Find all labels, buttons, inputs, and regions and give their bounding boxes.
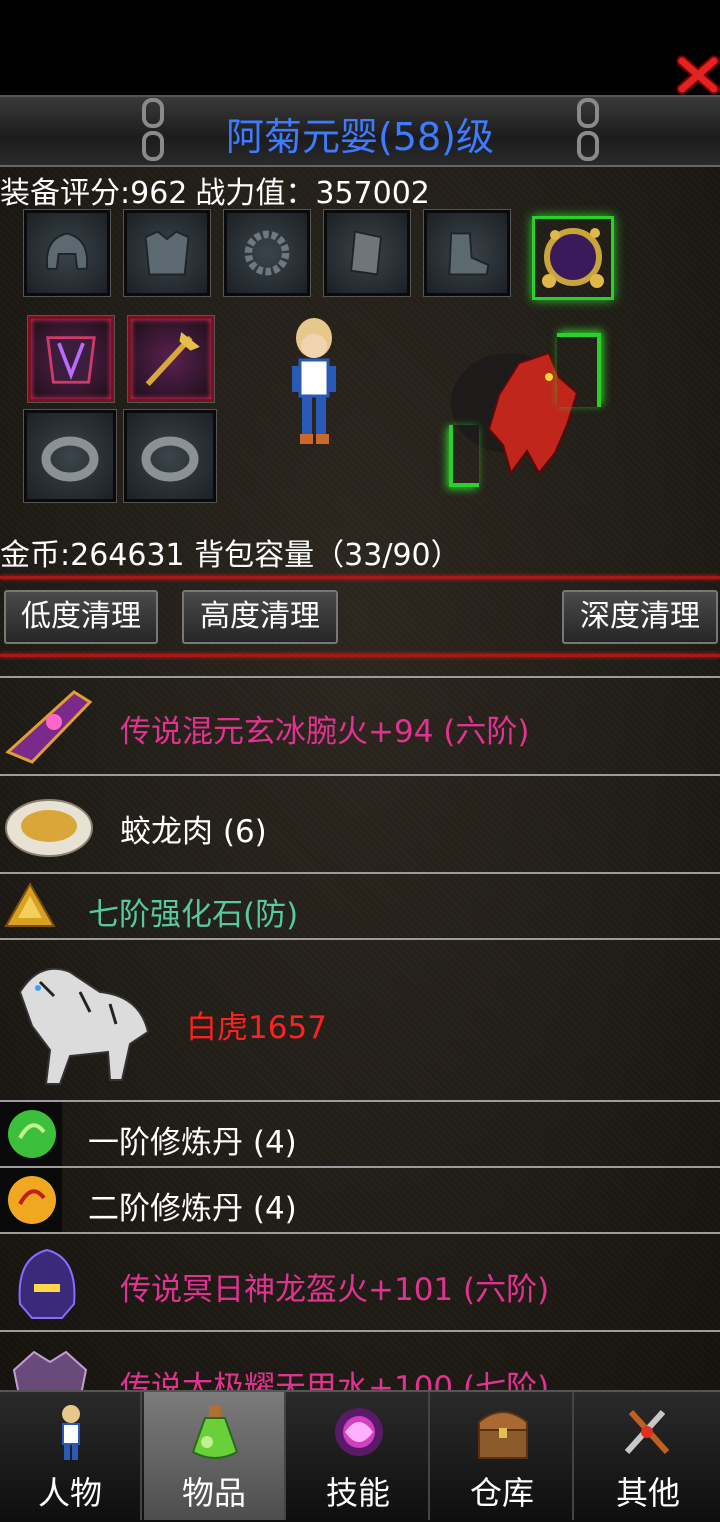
pet-slot[interactable] bbox=[446, 330, 604, 487]
character-sprite bbox=[292, 318, 336, 444]
list-item[interactable]: 白虎1657 bbox=[0, 940, 720, 1102]
combat-power: 战力值：357002 bbox=[195, 176, 430, 211]
gold-amount: 金币:264631 bbox=[0, 538, 185, 573]
list-item[interactable]: 一阶修炼丹 (4) bbox=[0, 1102, 720, 1168]
item-name: 蛟龙肉 (6) bbox=[120, 814, 267, 850]
divider-top bbox=[0, 576, 720, 579]
equip-slot-ring-left[interactable] bbox=[23, 409, 117, 503]
wrist-guard-icon bbox=[46, 336, 96, 384]
equip-slot-armor[interactable] bbox=[123, 209, 211, 297]
character-tab-icon bbox=[62, 1405, 80, 1460]
item-name: 传说混元玄冰腕火+94 (六阶) bbox=[120, 714, 530, 750]
bag-capacity: 背包容量（33/90） bbox=[194, 538, 461, 573]
ring-icon bbox=[141, 436, 199, 482]
tab-items[interactable]: 物品 bbox=[144, 1392, 286, 1520]
list-item[interactable]: 二阶修炼丹 (4) bbox=[0, 1168, 720, 1234]
character-avatar[interactable] bbox=[286, 316, 342, 451]
equip-slot-boots[interactable] bbox=[423, 209, 511, 297]
weapon-icon bbox=[145, 332, 200, 387]
helmet-icon bbox=[46, 232, 88, 270]
deep-cleanup-button[interactable]: 深度清理 bbox=[562, 590, 718, 644]
list-item[interactable]: 传说混元玄冰腕火+94 (六阶) bbox=[0, 678, 720, 776]
tab-label: 其他 bbox=[615, 1474, 680, 1512]
equip-slot-weapon[interactable] bbox=[127, 315, 215, 403]
close-icon bbox=[676, 55, 720, 95]
potion-tab-icon bbox=[191, 1406, 239, 1459]
helmet-item-icon bbox=[18, 1248, 76, 1319]
close-button[interactable] bbox=[676, 55, 720, 95]
tab-label: 人物 bbox=[37, 1474, 102, 1512]
item-name: 白虎1657 bbox=[186, 1010, 327, 1046]
tab-character[interactable]: 人物 bbox=[0, 1392, 142, 1520]
stats-line: 装备评分:962 战力值：357002 bbox=[0, 168, 438, 212]
equip-slot-bracer[interactable] bbox=[323, 209, 411, 297]
item-name: 七阶强化石(防) bbox=[88, 897, 299, 933]
boots-icon bbox=[448, 232, 490, 276]
equip-slot-wrist[interactable] bbox=[27, 315, 115, 403]
equip-slot-helmet[interactable] bbox=[23, 209, 111, 297]
equip-slot-ring-right[interactable] bbox=[123, 409, 217, 503]
gold-bag-line: 金币:264631 背包容量（33/90） bbox=[0, 530, 461, 574]
list-item[interactable]: 七阶强化石(防) bbox=[0, 874, 720, 940]
tab-other[interactable]: 其他 bbox=[576, 1392, 720, 1520]
meat-dish-icon bbox=[5, 799, 93, 857]
high-cleanup-button[interactable]: 高度清理 bbox=[182, 590, 338, 644]
ornament-icon bbox=[542, 228, 604, 288]
bracer-icon bbox=[350, 230, 382, 276]
equip-score: 装备评分:962 bbox=[0, 176, 188, 211]
list-item[interactable]: 蛟龙肉 (6) bbox=[0, 776, 720, 874]
green-pill-icon bbox=[8, 1110, 56, 1158]
tab-label: 技能 bbox=[325, 1474, 390, 1512]
orange-pill-icon bbox=[8, 1176, 56, 1224]
chest-tab-icon bbox=[478, 1411, 528, 1459]
necklace-icon bbox=[244, 230, 290, 276]
ring-icon bbox=[41, 436, 99, 482]
divider-bottom bbox=[0, 654, 720, 657]
item-name: 二阶修炼丹 (4) bbox=[88, 1191, 297, 1227]
skill-orb-tab-icon bbox=[335, 1408, 383, 1456]
tab-label: 物品 bbox=[181, 1474, 246, 1512]
tab-label: 仓库 bbox=[469, 1474, 534, 1512]
tab-storage[interactable]: 仓库 bbox=[432, 1392, 574, 1520]
enhance-stone-icon bbox=[4, 881, 56, 927]
character-title: 阿菊元婴(58)级 bbox=[225, 115, 494, 159]
list-item[interactable]: 传说冥日神龙盔火+101 (六阶) bbox=[0, 1234, 720, 1332]
equip-slot-necklace[interactable] bbox=[223, 209, 311, 297]
tools-tab-icon bbox=[624, 1409, 670, 1455]
equip-slot-mount-gear[interactable] bbox=[532, 216, 614, 300]
white-tiger-icon bbox=[18, 967, 150, 1085]
armor-icon bbox=[144, 230, 190, 276]
tab-skills[interactable]: 技能 bbox=[288, 1392, 430, 1520]
item-name: 一阶修炼丹 (4) bbox=[88, 1125, 297, 1161]
item-name: 传说冥日神龙盔火+101 (六阶) bbox=[120, 1272, 550, 1308]
low-cleanup-button[interactable]: 低度清理 bbox=[4, 590, 158, 644]
bracer-item-icon bbox=[5, 690, 93, 764]
